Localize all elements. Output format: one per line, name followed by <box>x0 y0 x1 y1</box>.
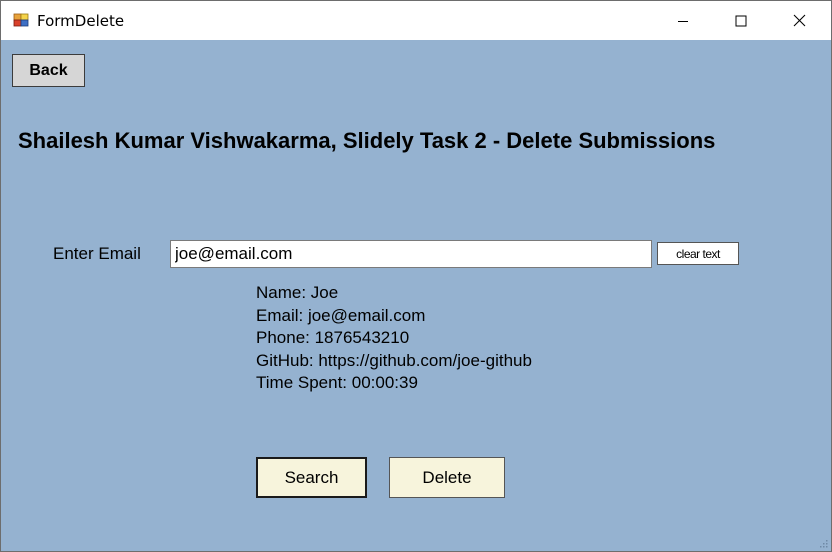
detail-time-spent: Time Spent: 00:00:39 <box>256 373 418 392</box>
email-label: Enter Email <box>53 244 141 263</box>
minimize-button[interactable] <box>660 1 706 40</box>
maximize-button[interactable] <box>718 1 764 40</box>
delete-button[interactable]: Delete <box>389 457 505 498</box>
search-button[interactable]: Search <box>256 457 367 498</box>
window-title: FormDelete <box>37 12 125 30</box>
close-icon <box>793 14 805 27</box>
form-client-area: Back Shailesh Kumar Vishwakarma, Slidely… <box>1 40 831 551</box>
minimize-icon <box>678 20 688 22</box>
detail-github: GitHub: https://github.com/joe-github <box>256 350 532 370</box>
resize-grip-icon[interactable] <box>818 538 828 548</box>
clear-text-button[interactable]: clear text <box>657 242 739 265</box>
submission-details: Name: Joe Email: joe@email.com Phone: 18… <box>256 282 532 395</box>
close-button[interactable] <box>776 1 822 40</box>
form-app-icon <box>13 12 29 28</box>
title-bar[interactable]: FormDelete <box>1 1 831 40</box>
detail-email: Email: joe@email.com <box>256 305 426 325</box>
form-delete-window: FormDelete Back Shailesh Kumar Vishwakar… <box>0 0 832 552</box>
detail-phone: Phone: 1876543210 <box>256 328 410 347</box>
back-button[interactable]: Back <box>12 54 85 87</box>
maximize-icon <box>735 15 747 26</box>
detail-name: Name: Joe <box>256 283 339 302</box>
page-title: Shailesh Kumar Vishwakarma, Slidely Task… <box>18 128 716 153</box>
email-input[interactable] <box>170 240 652 268</box>
